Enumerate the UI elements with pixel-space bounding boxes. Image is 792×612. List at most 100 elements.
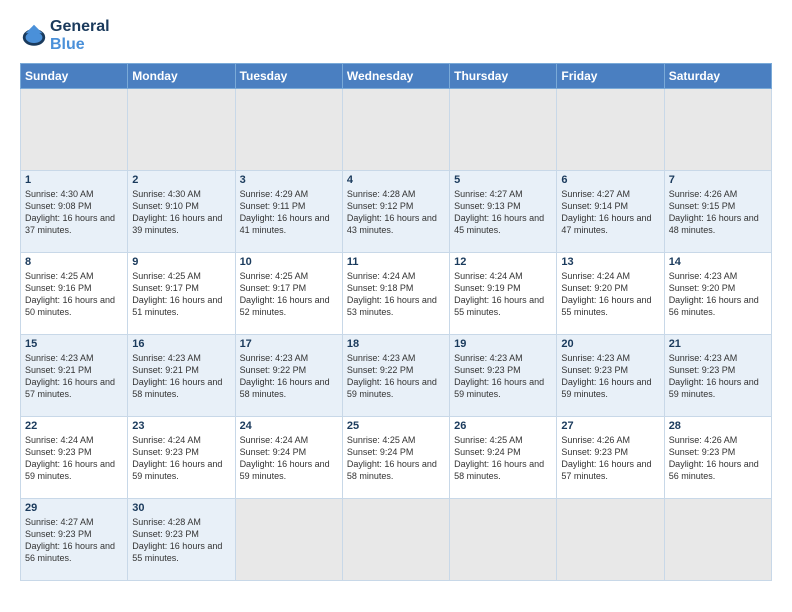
day-info: Sunrise: 4:24 AMSunset: 9:23 PMDaylight:… [25,434,123,483]
calendar-cell: 6Sunrise: 4:27 AMSunset: 9:14 PMDaylight… [557,170,664,252]
calendar-cell [450,88,557,170]
day-info: Sunrise: 4:28 AMSunset: 9:23 PMDaylight:… [132,516,230,565]
calendar-cell: 21 Sunrise: 4:23 AMSunset: 9:23 PMDayligh… [664,334,771,416]
day-info: Sunrise: 4:29 AMSunset: 9:11 PMDaylight:… [240,188,338,237]
day-info: Sunrise: 4:27 AMSunset: 9:13 PMDaylight:… [454,188,552,237]
calendar-cell: 13Sunrise: 4:24 AMSunset: 9:20 PMDayligh… [557,252,664,334]
day-number: 14 [669,256,767,268]
day-number: 15 [25,338,123,350]
calendar-cell: 10 Sunrise: 4:25 AMSunset: 9:17 PMDayligh… [235,252,342,334]
calendar-cell [557,498,664,580]
calendar-cell [664,88,771,170]
calendar-cell: 1 Sunrise: 4:30 AMSunset: 9:08 PMDaylight… [21,170,128,252]
calendar-cell: 26Sunrise: 4:25 AMSunset: 9:24 PMDayligh… [450,416,557,498]
day-number: 29 [25,502,123,514]
day-info: Sunrise: 4:23 AMSunset: 9:23 PMDaylight:… [561,352,659,401]
calendar-table: SundayMondayTuesdayWednesdayThursdayFrid… [20,63,772,581]
calendar-cell: 19Sunrise: 4:23 AMSunset: 9:23 PMDayligh… [450,334,557,416]
day-number: 28 [669,420,767,432]
calendar-cell: 7 Sunrise: 4:26 AMSunset: 9:15 PMDaylight… [664,170,771,252]
day-number: 21 [669,338,767,350]
day-info: Sunrise: 4:28 AMSunset: 9:12 PMDaylight:… [347,188,445,237]
day-number: 27 [561,420,659,432]
day-number: 25 [347,420,445,432]
calendar-cell: 16 Sunrise: 4:23 AMSunset: 9:21 PMDayligh… [128,334,235,416]
calendar-cell: 14 Sunrise: 4:23 AMSunset: 9:20 PMDayligh… [664,252,771,334]
calendar-cell [450,498,557,580]
day-number: 2 [132,174,230,186]
day-number: 7 [669,174,767,186]
day-number: 9 [132,256,230,268]
calendar-week-row: 22 Sunrise: 4:24 AMSunset: 9:23 PMDayligh… [21,416,772,498]
logo-icon [20,22,48,50]
calendar-cell: 25 Sunrise: 4:25 AMSunset: 9:24 PMDayligh… [342,416,449,498]
calendar-cell: 24Sunrise: 4:24 AMSunset: 9:24 PMDayligh… [235,416,342,498]
calendar-cell: 27 Sunrise: 4:26 AMSunset: 9:23 PMDayligh… [557,416,664,498]
calendar-cell: 15 Sunrise: 4:23 AMSunset: 9:21 PMDayligh… [21,334,128,416]
col-header-tuesday: Tuesday [235,63,342,88]
day-info: Sunrise: 4:26 AMSunset: 9:23 PMDaylight:… [669,434,767,483]
calendar-cell: 30 Sunrise: 4:28 AMSunset: 9:23 PMDayligh… [128,498,235,580]
calendar-cell [235,88,342,170]
day-info: Sunrise: 4:27 AMSunset: 9:14 PMDaylight:… [561,188,659,237]
day-info: Sunrise: 4:24 AMSunset: 9:23 PMDaylight:… [132,434,230,483]
day-info: Sunrise: 4:24 AMSunset: 9:20 PMDaylight:… [561,270,659,319]
day-info: Sunrise: 4:25 AMSunset: 9:17 PMDaylight:… [240,270,338,319]
calendar-cell: 20 Sunrise: 4:23 AMSunset: 9:23 PMDayligh… [557,334,664,416]
day-info: Sunrise: 4:23 AMSunset: 9:23 PMDaylight:… [669,352,767,401]
day-number: 1 [25,174,123,186]
day-number: 18 [347,338,445,350]
calendar-cell: 11Sunrise: 4:24 AMSunset: 9:18 PMDayligh… [342,252,449,334]
day-info: Sunrise: 4:23 AMSunset: 9:22 PMDaylight:… [240,352,338,401]
calendar-cell: 29 Sunrise: 4:27 AMSunset: 9:23 PMDayligh… [21,498,128,580]
calendar-week-row [21,88,772,170]
day-number: 17 [240,338,338,350]
day-number: 26 [454,420,552,432]
calendar-cell: 22 Sunrise: 4:24 AMSunset: 9:23 PMDayligh… [21,416,128,498]
calendar-cell [342,88,449,170]
day-info: Sunrise: 4:23 AMSunset: 9:21 PMDaylight:… [25,352,123,401]
day-info: Sunrise: 4:25 AMSunset: 9:16 PMDaylight:… [25,270,123,319]
day-number: 4 [347,174,445,186]
calendar-week-row: 8 Sunrise: 4:25 AMSunset: 9:16 PMDaylight… [21,252,772,334]
day-info: Sunrise: 4:26 AMSunset: 9:23 PMDaylight:… [561,434,659,483]
day-number: 12 [454,256,552,268]
day-info: Sunrise: 4:26 AMSunset: 9:15 PMDaylight:… [669,188,767,237]
calendar-cell: 17 Sunrise: 4:23 AMSunset: 9:22 PMDayligh… [235,334,342,416]
calendar-cell [664,498,771,580]
day-info: Sunrise: 4:23 AMSunset: 9:20 PMDaylight:… [669,270,767,319]
calendar-cell: 18Sunrise: 4:23 AMSunset: 9:22 PMDayligh… [342,334,449,416]
day-info: Sunrise: 4:30 AMSunset: 9:08 PMDaylight:… [25,188,123,237]
calendar-cell: 3Sunrise: 4:29 AMSunset: 9:11 PMDaylight… [235,170,342,252]
day-number: 10 [240,256,338,268]
calendar-week-row: 1 Sunrise: 4:30 AMSunset: 9:08 PMDaylight… [21,170,772,252]
calendar-header-row: SundayMondayTuesdayWednesdayThursdayFrid… [21,63,772,88]
calendar-cell [235,498,342,580]
col-header-saturday: Saturday [664,63,771,88]
calendar-cell: 8 Sunrise: 4:25 AMSunset: 9:16 PMDaylight… [21,252,128,334]
col-header-sunday: Sunday [21,63,128,88]
calendar-cell [557,88,664,170]
day-info: Sunrise: 4:25 AMSunset: 9:17 PMDaylight:… [132,270,230,319]
day-number: 5 [454,174,552,186]
day-number: 30 [132,502,230,514]
day-number: 8 [25,256,123,268]
calendar-week-row: 29 Sunrise: 4:27 AMSunset: 9:23 PMDayligh… [21,498,772,580]
day-info: Sunrise: 4:24 AMSunset: 9:19 PMDaylight:… [454,270,552,319]
calendar-cell [128,88,235,170]
calendar-cell: 9 Sunrise: 4:25 AMSunset: 9:17 PMDaylight… [128,252,235,334]
day-number: 20 [561,338,659,350]
day-number: 23 [132,420,230,432]
day-info: Sunrise: 4:25 AMSunset: 9:24 PMDaylight:… [347,434,445,483]
day-info: Sunrise: 4:24 AMSunset: 9:18 PMDaylight:… [347,270,445,319]
calendar-cell: 28 Sunrise: 4:26 AMSunset: 9:23 PMDayligh… [664,416,771,498]
day-number: 19 [454,338,552,350]
day-info: Sunrise: 4:27 AMSunset: 9:23 PMDaylight:… [25,516,123,565]
day-info: Sunrise: 4:23 AMSunset: 9:21 PMDaylight:… [132,352,230,401]
day-number: 22 [25,420,123,432]
col-header-monday: Monday [128,63,235,88]
col-header-wednesday: Wednesday [342,63,449,88]
calendar-cell [342,498,449,580]
day-info: Sunrise: 4:30 AMSunset: 9:10 PMDaylight:… [132,188,230,237]
day-number: 16 [132,338,230,350]
